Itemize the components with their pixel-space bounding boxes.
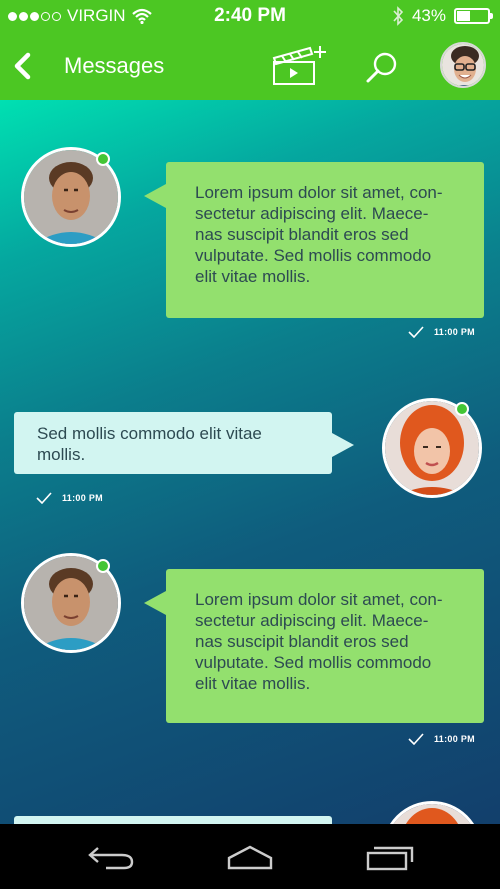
android-recents-icon[interactable] (364, 842, 414, 872)
check-icon (408, 326, 424, 338)
check-icon (36, 492, 52, 504)
online-indicator (96, 152, 110, 166)
message-timestamp: 11:00 PM (36, 492, 103, 504)
android-back-icon[interactable] (86, 842, 136, 872)
back-icon[interactable] (10, 50, 34, 82)
online-indicator (455, 402, 469, 416)
battery-percent: 43% (411, 6, 446, 25)
check-icon (408, 733, 424, 745)
bluetooth-icon (393, 6, 404, 26)
message-bubble-incoming[interactable]: Lorem ipsum dolor sit amet, con- sectetu… (144, 162, 484, 318)
message-text: Lorem ipsum dolor sit amet, con- sectetu… (195, 590, 443, 693)
message-text: Sed mollis commodo elit vitae mollis. (37, 424, 262, 464)
message-timestamp: 11:00 PM (408, 326, 475, 338)
page-title: Messages (64, 53, 165, 78)
system-nav-bar (0, 824, 500, 889)
status-bar: VIRGIN 2:40 PM 43% (0, 0, 500, 32)
chat-area[interactable]: Lorem ipsum dolor sit amet, con- sectetu… (0, 100, 500, 824)
female-user-image (385, 804, 479, 824)
battery-icon (454, 8, 493, 24)
message-bubble-outgoing[interactable] (14, 816, 332, 824)
message-text: Lorem ipsum dolor sit amet, con- sectetu… (195, 183, 443, 286)
search-icon[interactable] (364, 50, 400, 86)
recipient-avatar[interactable] (382, 801, 482, 824)
message-bubble-incoming[interactable]: Lorem ipsum dolor sit amet, con- sectetu… (144, 569, 484, 723)
user-avatar-image (442, 44, 484, 86)
profile-avatar[interactable] (440, 42, 486, 88)
status-right: 43% (392, 6, 493, 26)
app-bar: Messages (0, 32, 500, 100)
message-bubble-outgoing[interactable]: Sed mollis commodo elit vitae mollis. (14, 412, 354, 474)
clapperboard-add-icon[interactable] (270, 42, 332, 88)
message-timestamp: 11:00 PM (408, 733, 475, 745)
android-home-icon[interactable] (225, 842, 275, 872)
online-indicator (96, 559, 110, 573)
